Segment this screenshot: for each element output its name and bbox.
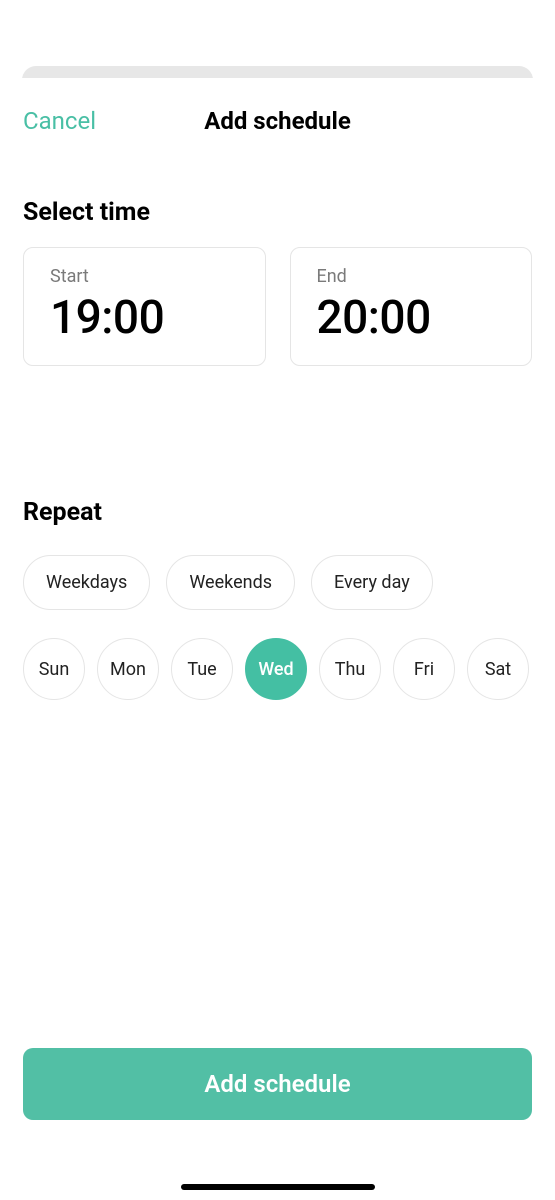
cancel-button[interactable]: Cancel xyxy=(23,107,96,135)
preset-weekdays[interactable]: Weekdays xyxy=(23,555,150,610)
end-time-value: 20:00 xyxy=(317,291,506,345)
modal-sheet: Cancel Add schedule Select time Start 19… xyxy=(0,78,555,1200)
page-title: Add schedule xyxy=(204,107,351,135)
day-wed[interactable]: Wed xyxy=(245,638,307,700)
day-mon[interactable]: Mon xyxy=(97,638,159,700)
day-fri[interactable]: Fri xyxy=(393,638,455,700)
day-tue[interactable]: Tue xyxy=(171,638,233,700)
day-thu[interactable]: Thu xyxy=(319,638,381,700)
preset-everyday[interactable]: Every day xyxy=(311,555,433,610)
home-indicator xyxy=(181,1184,375,1190)
modal-header: Cancel Add schedule xyxy=(23,78,532,164)
add-schedule-button[interactable]: Add schedule xyxy=(23,1048,532,1120)
day-sat[interactable]: Sat xyxy=(467,638,529,700)
day-sun[interactable]: Sun xyxy=(23,638,85,700)
start-time-value: 19:00 xyxy=(50,291,239,345)
select-time-heading: Select time xyxy=(23,198,532,227)
start-time-label: Start xyxy=(50,266,239,287)
repeat-preset-row: Weekdays Weekends Every day xyxy=(23,555,532,610)
end-time-card[interactable]: End 20:00 xyxy=(290,247,533,366)
repeat-heading: Repeat xyxy=(23,498,532,527)
preset-weekends[interactable]: Weekends xyxy=(166,555,295,610)
end-time-label: End xyxy=(317,266,506,287)
start-time-card[interactable]: Start 19:00 xyxy=(23,247,266,366)
time-selection-row: Start 19:00 End 20:00 xyxy=(23,247,532,366)
day-selection-row: Sun Mon Tue Wed Thu Fri Sat xyxy=(23,638,532,700)
